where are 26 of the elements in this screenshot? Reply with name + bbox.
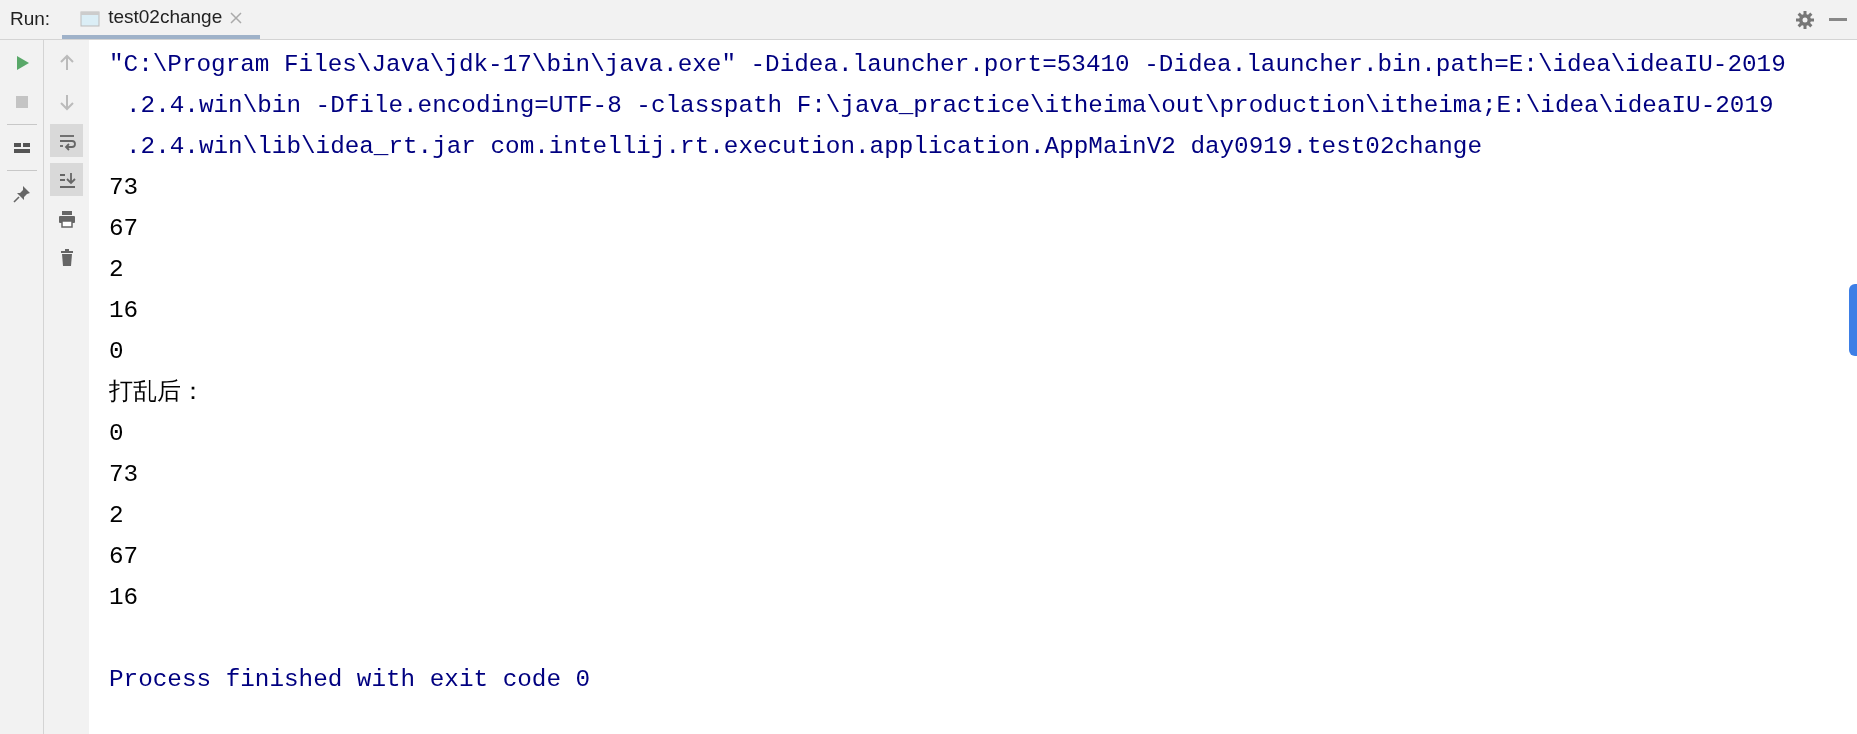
print-icon <box>56 208 77 229</box>
command-line: "C:\Program Files\Java\jdk-17\bin\java.exe" -Didea.launcher.port=53410 -Didea.launcher.bin.path=E:\idea\ideaIU-2019 <box>109 50 1786 80</box>
minimize-icon[interactable] <box>1829 17 1847 22</box>
command-line: .2.4.win\bin -Dfile.encoding=UTF-8 -classpath F:\java_practice\itheima\out\production\itheima;E:\idea\ideaIU-2019 <box>125 91 1774 121</box>
output-line: 73 <box>109 460 139 490</box>
exit-message: Process finished with exit code 0 <box>109 665 591 695</box>
close-icon[interactable] <box>230 11 243 24</box>
output-line: 0 <box>109 337 124 367</box>
command-line: .2.4.win\lib\idea_rt.jar com.intellij.rt.execution.application.AppMainV2 day0919.test02change <box>125 132 1482 162</box>
output-line: 16 <box>109 583 139 613</box>
tab-title: test02change <box>108 5 223 30</box>
pin-icon <box>11 183 32 204</box>
settings-icon[interactable] <box>1795 9 1815 30</box>
run-label: Run: <box>10 7 51 32</box>
output-line: 0 <box>109 419 124 449</box>
output-line: 2 <box>109 501 124 531</box>
output-line: 67 <box>109 214 139 244</box>
output-line: 16 <box>109 296 139 326</box>
console-icon <box>80 8 101 27</box>
output-line: 2 <box>109 255 124 285</box>
scroll-to-end-button[interactable] <box>50 163 83 196</box>
output-line: 打乱后： <box>109 378 205 408</box>
soft-wrap-button[interactable] <box>50 124 83 157</box>
output-line: 73 <box>109 173 139 203</box>
scroll-marker <box>1849 284 1857 356</box>
output-line: 67 <box>109 542 139 572</box>
